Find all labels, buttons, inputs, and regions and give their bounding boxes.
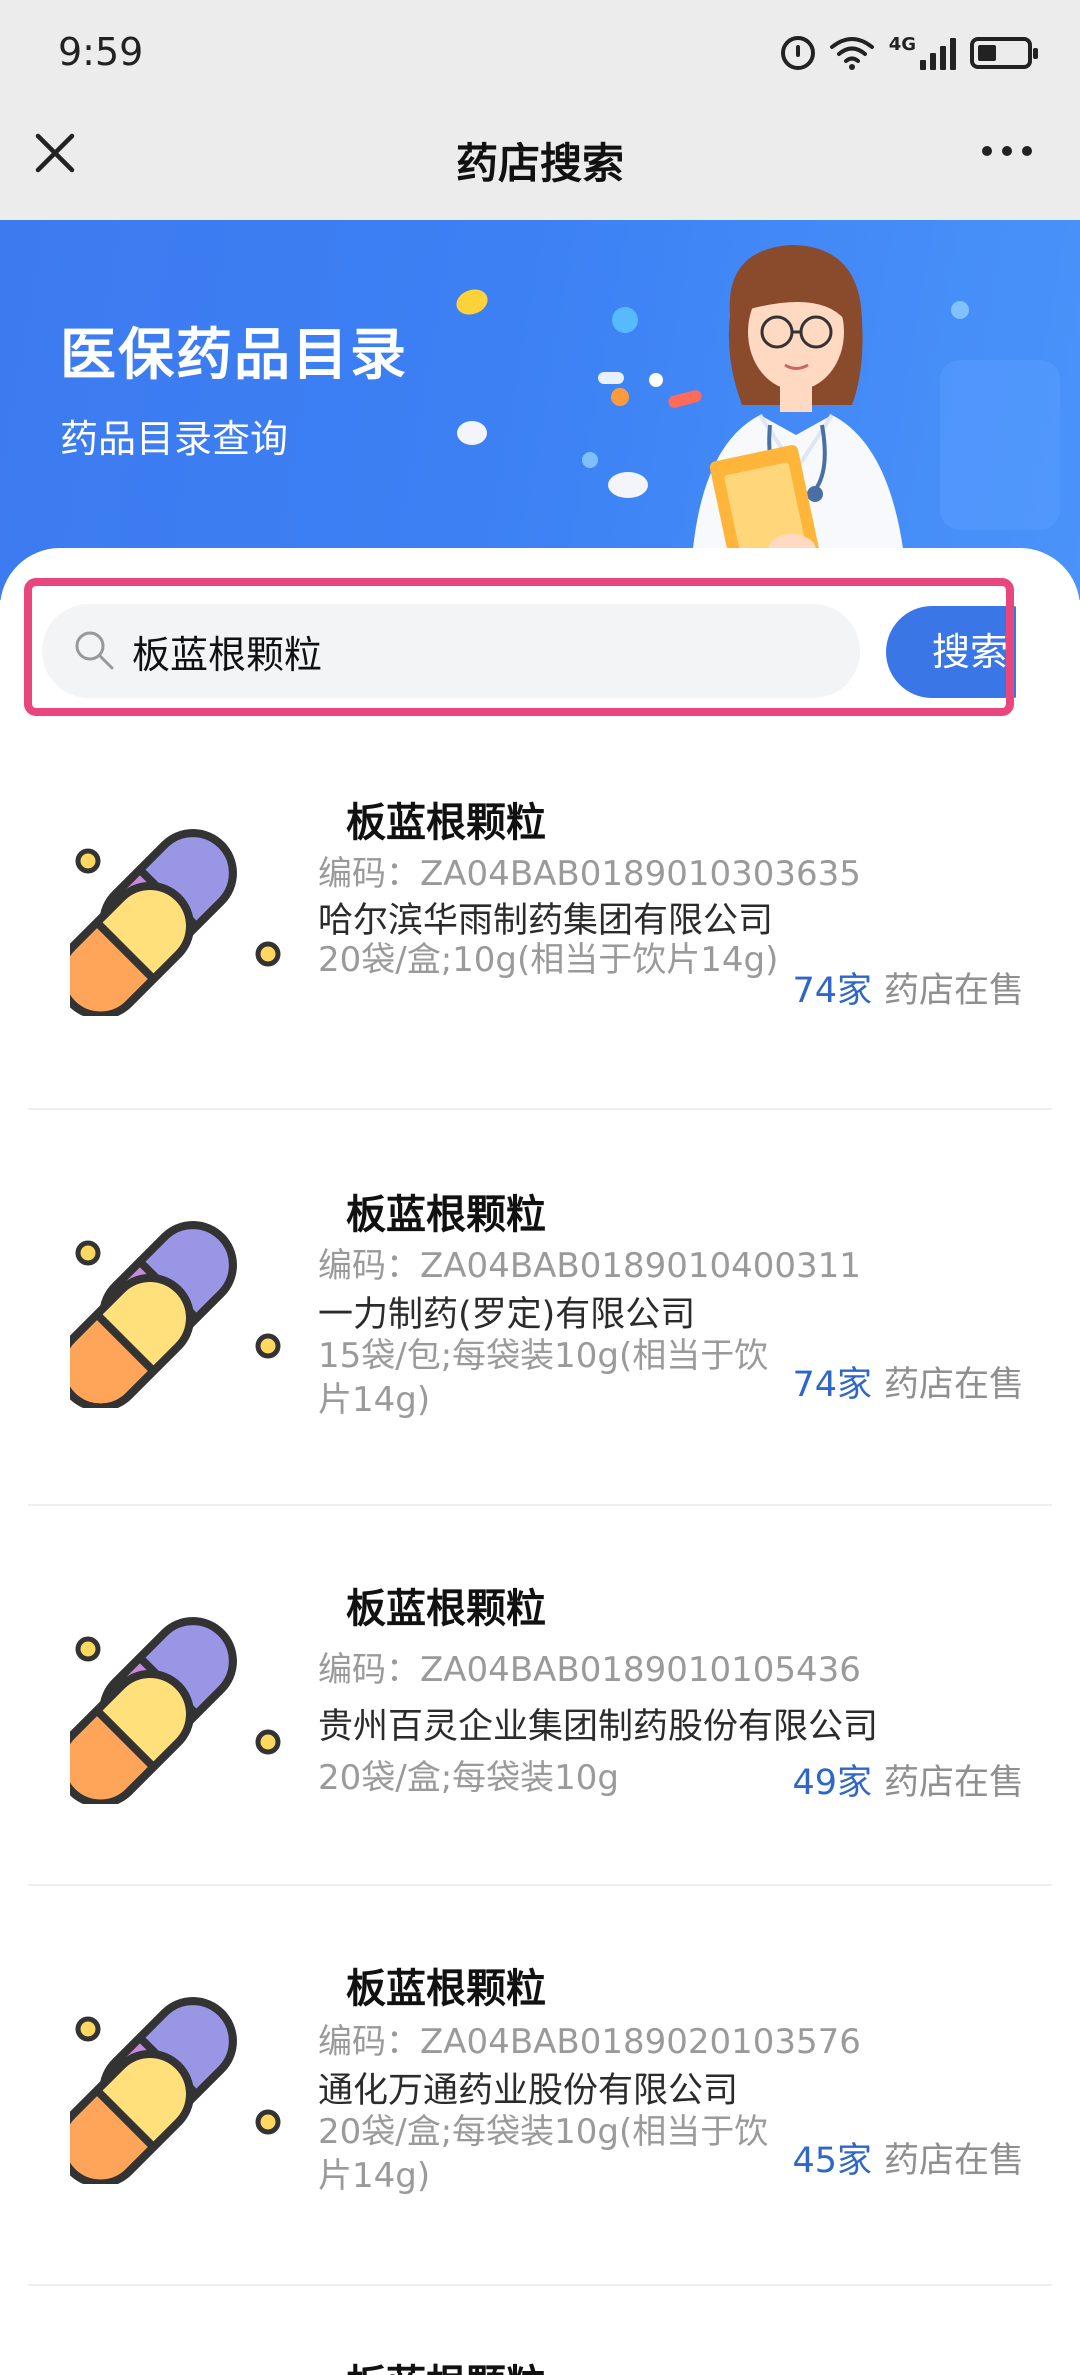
drug-spec: 15袋/包;每袋装10g(相当于饮片14g)	[318, 1336, 769, 1420]
list-item[interactable]: 板蓝根颗粒 编码：ZA04BAB0189010105436 贵州百灵企业集团制药…	[28, 1506, 1052, 1886]
drug-code: 编码：ZA04BAB0189010303635	[318, 854, 861, 894]
list-item[interactable]: 板蓝根颗粒 编码：ZA04BAB0189010400311 一力制药(罗定)有限…	[28, 1110, 1052, 1506]
list-item[interactable]: 板蓝根颗粒 编码：ZA04BAB0189010303635 哈尔滨华雨制药集团有…	[28, 748, 1052, 1110]
capsule-icon	[70, 1221, 281, 1408]
signal-icon	[920, 36, 956, 70]
battery-icon	[970, 37, 1038, 69]
drug-name: 板蓝根颗粒	[346, 1966, 546, 2012]
search-highlight-box	[24, 578, 1014, 716]
status-time: 9:59	[58, 30, 144, 74]
capsule-icon	[70, 1617, 281, 1804]
store-count-number: 45家	[792, 2141, 872, 2181]
store-count-number: 49家	[792, 1763, 872, 1803]
store-count-label: 药店在售	[883, 971, 1024, 1011]
drug-name: 板蓝根颗粒	[346, 2352, 546, 2375]
capsule-icon	[70, 829, 281, 1016]
alarm-icon	[780, 36, 815, 70]
page-title: 药店搜索	[455, 139, 624, 188]
network-type-label: 4G	[888, 33, 916, 55]
capsule-icon	[70, 1997, 281, 2184]
store-count-label: 药店在售	[883, 1763, 1024, 1803]
status-icons: 4G	[780, 30, 1038, 76]
drug-name: 板蓝根颗粒	[346, 1192, 546, 1238]
store-count: 74家 药店在售	[792, 962, 1024, 1013]
drug-name: 板蓝根颗粒	[346, 1586, 546, 1632]
drug-spec: 20袋/盒;10g(相当于饮片14g)	[318, 940, 779, 980]
list-item[interactable]: 板蓝根颗粒	[28, 2286, 1052, 2375]
store-count: 74家 药店在售	[792, 1356, 1024, 1407]
drug-manufacturer: 哈尔滨华雨制药集团有限公司	[318, 901, 774, 941]
store-count: 49家 药店在售	[792, 1754, 1024, 1805]
banner-subtitle: 药品目录查询	[60, 417, 289, 461]
status-bar: 9:59 4G	[0, 0, 1080, 105]
drug-manufacturer: 一力制药(罗定)有限公司	[318, 1295, 696, 1335]
list-item[interactable]: 板蓝根颗粒 编码：ZA04BAB0189020103576 通化万通药业股份有限…	[28, 1886, 1052, 2286]
store-count-label: 药店在售	[883, 2141, 1024, 2181]
store-count-number: 74家	[792, 971, 872, 1011]
drug-manufacturer: 通化万通药业股份有限公司	[318, 2071, 739, 2111]
banner: 医保药品目录 药品目录查询	[0, 220, 1080, 600]
banner-title: 医保药品目录	[60, 323, 408, 388]
drug-manufacturer: 贵州百灵企业集团制药股份有限公司	[318, 1707, 879, 1747]
drug-code: 编码：ZA04BAB0189010400311	[318, 1246, 861, 1286]
wifi-icon	[829, 37, 874, 70]
drug-spec: 20袋/盒;每袋装10g(相当于饮片14g)	[318, 2112, 769, 2196]
store-count: 45家 药店在售	[792, 2132, 1024, 2183]
store-count-label: 药店在售	[883, 1365, 1024, 1405]
doctor-illustration	[456, 245, 1060, 600]
drug-name: 板蓝根颗粒	[346, 800, 546, 846]
drug-spec: 20袋/盒;每袋装10g	[318, 1758, 620, 1798]
drug-code: 编码：ZA04BAB0189010105436	[318, 1650, 861, 1690]
store-count-number: 74家	[792, 1365, 872, 1405]
more-icon[interactable]	[982, 146, 1032, 156]
drug-code: 编码：ZA04BAB0189020103576	[318, 2022, 861, 2062]
